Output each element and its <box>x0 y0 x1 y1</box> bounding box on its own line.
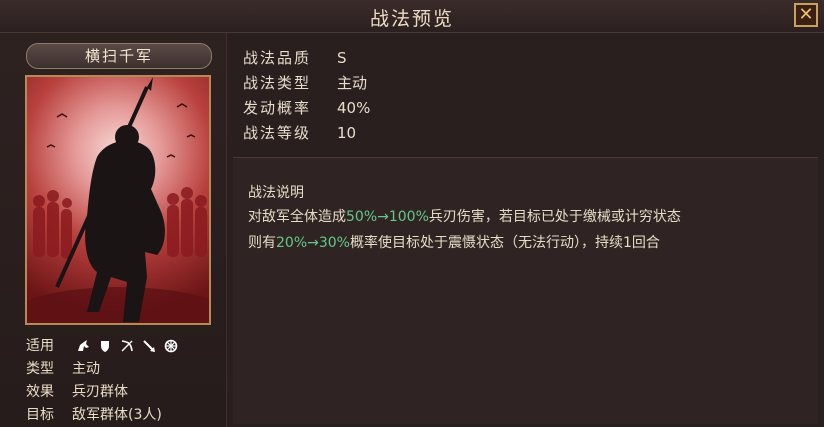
attr-type: 类型 主动 <box>26 358 100 378</box>
description-line-1: 对敌军全体造成50%→100%兵刃伤害，若目标已处于缴械或计穷状态 <box>248 206 681 226</box>
desc-highlight: 50%→100% <box>346 209 429 225</box>
stat-quality: 战法品质 S <box>243 47 347 68</box>
stat-value: 主动 <box>337 74 368 92</box>
attr-effect: 效果 兵刃群体 <box>26 381 128 401</box>
skill-name-plate: 横扫千军 <box>26 43 212 69</box>
attr-type-value: 主动 <box>72 361 100 377</box>
desc-text: 则有 <box>248 235 276 251</box>
stat-label: 战法品质 <box>243 49 312 67</box>
attr-effect-value: 兵刃群体 <box>72 384 128 400</box>
description-line-2: 则有20%→30%概率使目标处于震慑状态（无法行动），持续1回合 <box>248 232 660 252</box>
attr-target-value: 敌军群体(3人) <box>72 407 162 423</box>
title-bar: 战法预览 ✕ <box>0 0 824 33</box>
desc-text: 概率使目标处于震慑状态（无法行动），持续1回合 <box>349 235 660 251</box>
spear-icon <box>142 339 156 353</box>
wheel-icon <box>164 339 178 353</box>
bow-icon <box>120 339 134 353</box>
stat-value: 10 <box>337 124 357 142</box>
horseman-illustration <box>27 77 209 323</box>
skill-artwork <box>25 75 211 325</box>
stat-value: S <box>337 49 347 67</box>
desc-highlight: 20%→30% <box>276 235 350 251</box>
attr-type-label: 类型 <box>26 361 54 377</box>
close-button[interactable]: ✕ <box>794 3 818 27</box>
stat-probability: 发动概率 40% <box>243 97 370 118</box>
attr-applicable-label: 适用 <box>26 338 54 354</box>
attr-target-label: 目标 <box>26 407 54 423</box>
attr-effect-label: 效果 <box>26 384 54 400</box>
description-panel: 战法说明 对敌军全体造成50%→100%兵刃伤害，若目标已处于缴械或计穷状态 则… <box>233 157 818 424</box>
desc-text: 兵刃伤害，若目标已处于缴械或计穷状态 <box>428 209 681 225</box>
cavalry-icon <box>76 339 90 353</box>
skill-card-panel: 横扫千军 适用 类型 主动 效果 兵刃群体 目标 敌军群体(3人) <box>0 33 227 427</box>
stat-type: 战法类型 主动 <box>243 72 367 93</box>
stat-value: 40% <box>337 99 371 117</box>
desc-text: 对敌军全体造成 <box>248 209 346 225</box>
stat-label: 发动概率 <box>243 99 312 117</box>
attr-applicable: 适用 <box>26 335 178 355</box>
attr-target: 目标 敌军群体(3人) <box>26 404 162 424</box>
description-title: 战法说明 <box>248 185 304 201</box>
shield-icon <box>98 339 112 353</box>
stat-label: 战法等级 <box>243 124 312 142</box>
troop-type-icons <box>76 339 178 353</box>
stat-label: 战法类型 <box>243 74 312 92</box>
window-title: 战法预览 <box>369 8 454 30</box>
stat-level: 战法等级 10 <box>243 122 356 143</box>
